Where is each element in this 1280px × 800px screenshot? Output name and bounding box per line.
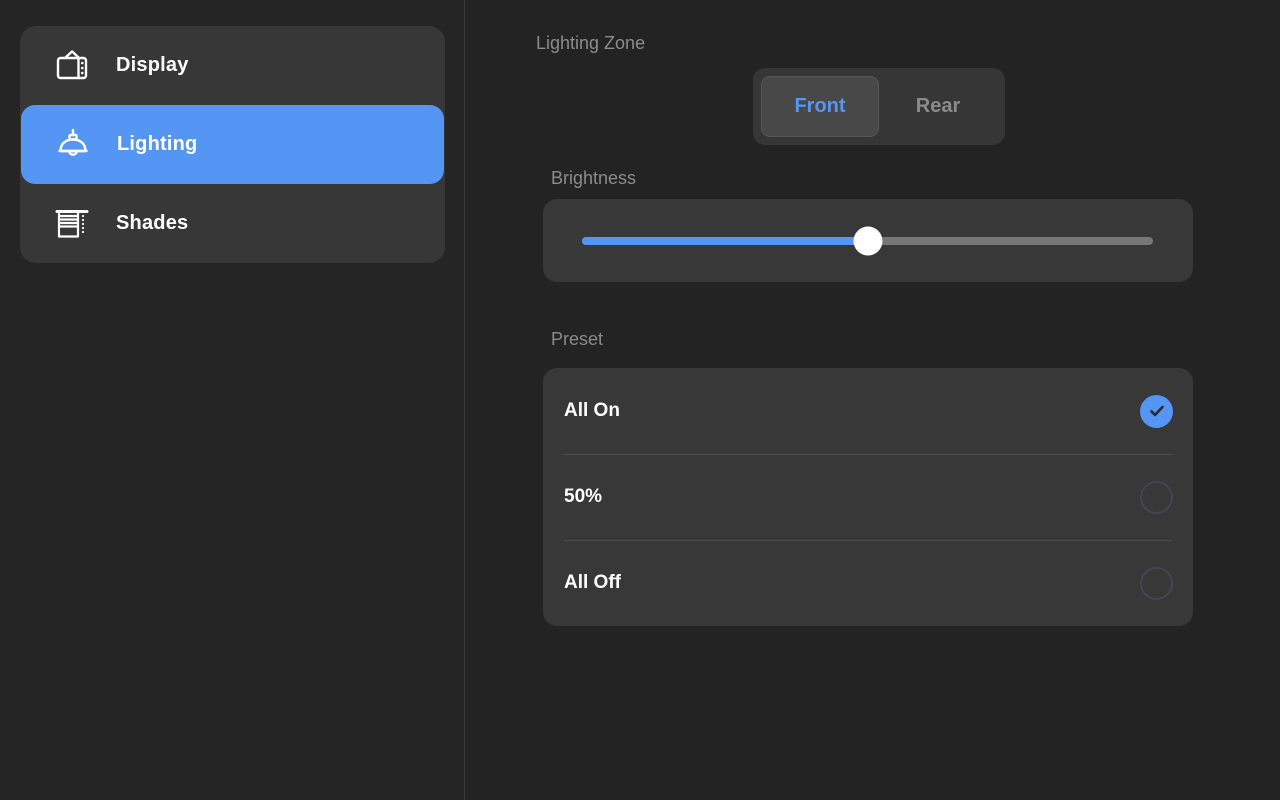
sidebar-item-lighting[interactable]: Lighting [21,105,444,184]
brightness-card [543,199,1193,282]
preset-item-label: All On [564,400,620,421]
lighting-zone-label: Lighting Zone [536,33,646,53]
slider-fill [582,236,868,245]
segment-front[interactable]: Front [761,76,879,137]
sidebar-item-display[interactable]: Display [20,26,445,105]
blinds-icon [52,204,92,244]
sidebar-nav-card: Display Lighting Shades [20,26,445,263]
preset-item-label: All Off [564,572,621,593]
preset-row-50-percent[interactable]: 50% [543,454,1193,540]
preset-label: Preset [551,329,604,349]
content-panel: Lighting Zone Front Rear Brightness Pres… [465,0,1280,800]
preset-list: All On 50% All Off [543,368,1193,626]
brightness-slider[interactable] [582,226,1153,255]
settings-window: Display Lighting Shades Lighting Zone Fr… [0,0,1280,800]
sidebar-item-label: Lighting [117,133,198,155]
preset-row-all-off[interactable]: All Off [543,540,1193,626]
sidebar-item-label: Display [116,54,189,76]
circle-outline-icon[interactable] [1140,566,1173,600]
preset-item-label: 50% [564,486,603,507]
lighting-zone-segmented-control[interactable]: Front Rear [753,68,1005,145]
sidebar-item-label: Shades [116,212,189,234]
segment-front-label: Front [794,95,846,117]
circle-outline-icon[interactable] [1140,480,1173,514]
segment-rear-label: Rear [915,95,961,117]
brightness-label: Brightness [551,168,637,188]
preset-row-all-on[interactable]: All On [543,368,1193,454]
check-circle-icon[interactable] [1140,394,1173,428]
sidebar: Display Lighting Shades [0,0,465,800]
lamp-icon [53,125,93,165]
segment-rear[interactable]: Rear [879,76,997,137]
sidebar-item-shades[interactable]: Shades [20,184,445,263]
slider-thumb[interactable] [853,226,882,255]
tv-icon [52,46,92,86]
